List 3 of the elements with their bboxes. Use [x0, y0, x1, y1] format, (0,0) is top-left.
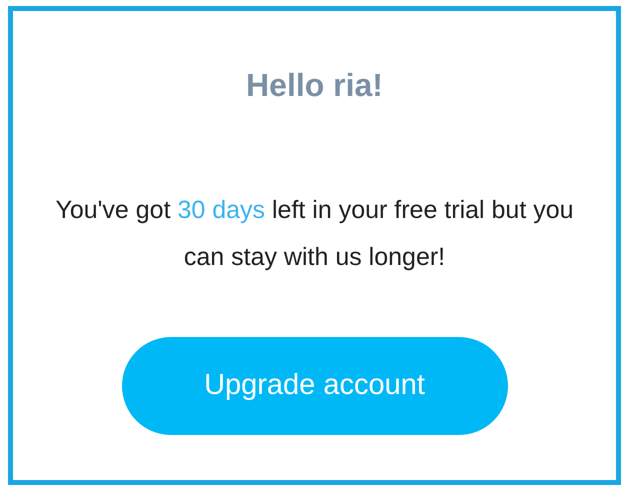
- upgrade-account-button[interactable]: Upgrade account: [122, 337, 508, 435]
- trial-message: You've got 30 days left in your free trial but you can stay with us longer!: [54, 195, 575, 273]
- greeting-heading: Hello ria!: [246, 66, 383, 105]
